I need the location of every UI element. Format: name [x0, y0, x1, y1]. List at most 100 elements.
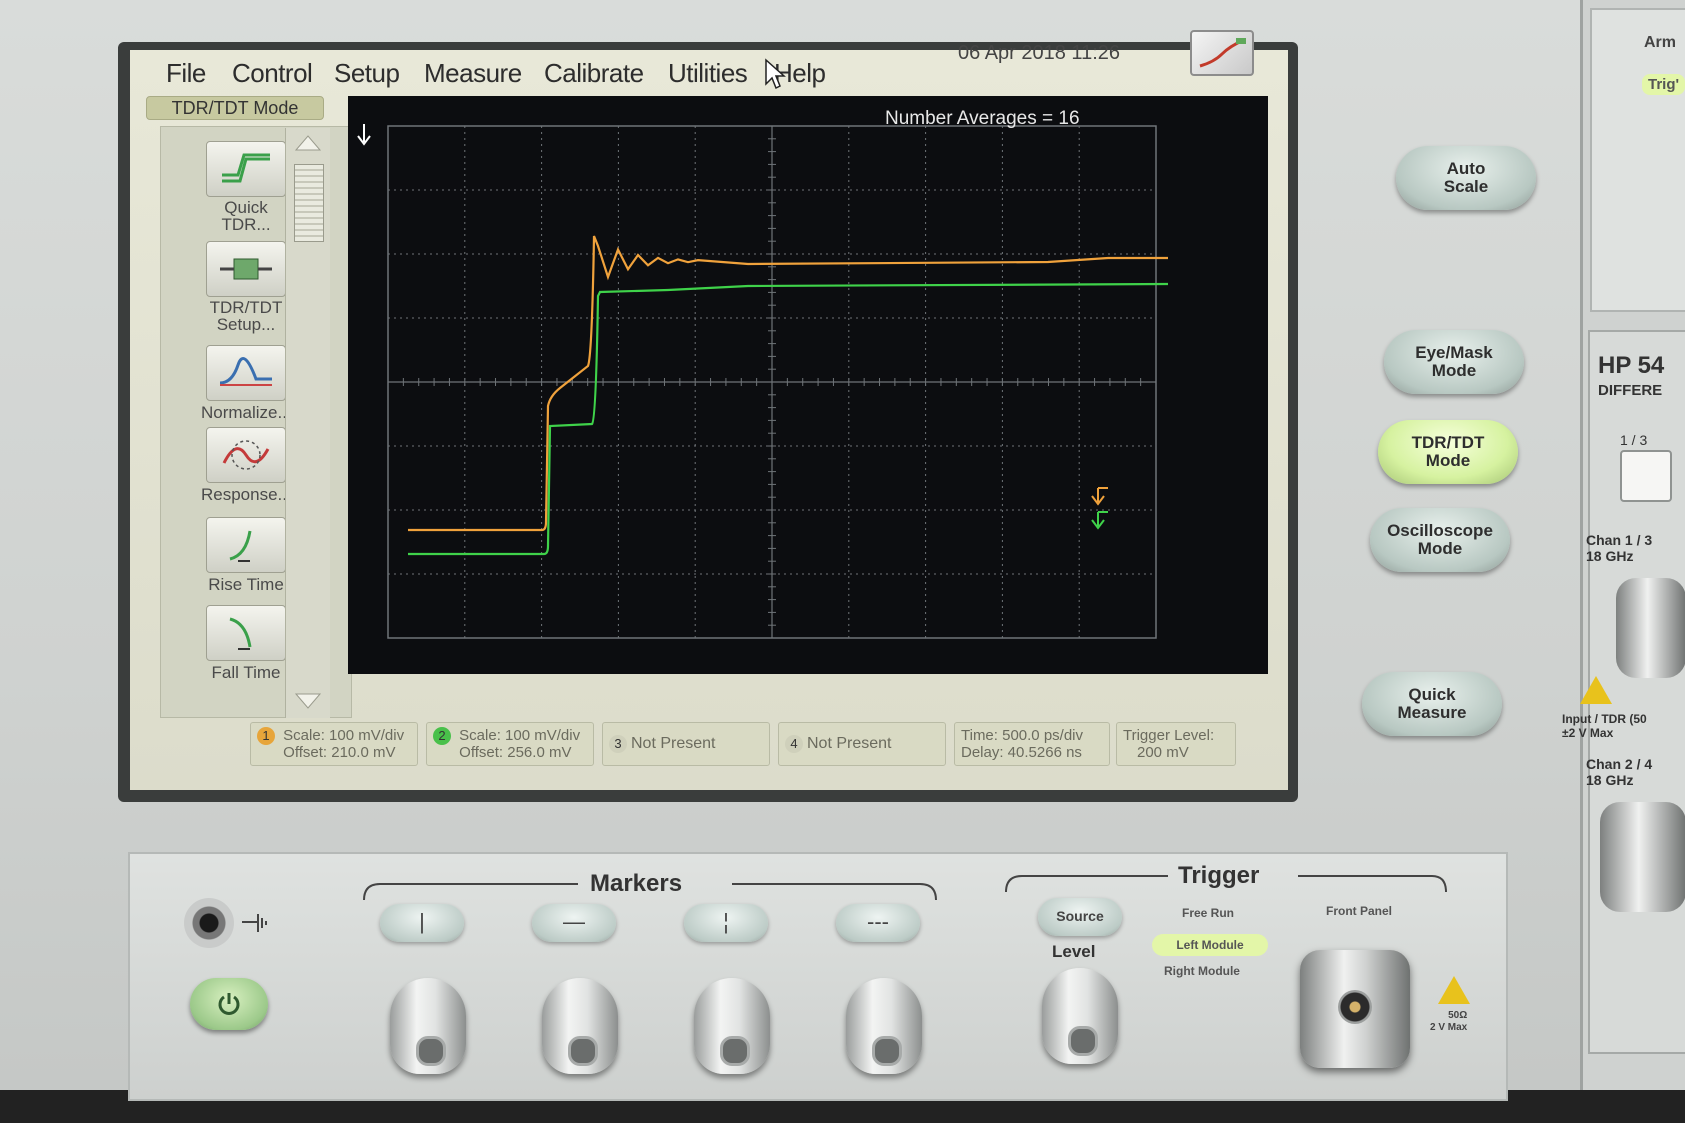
- ground-icon: [242, 914, 267, 932]
- menu-file[interactable]: File: [166, 58, 206, 89]
- channel-1-offset: Offset: 210.0 mV: [283, 744, 396, 761]
- channel-2-level-marker: [1091, 511, 1108, 530]
- tdr-setup-icon: [220, 258, 272, 280]
- quick-measure-button[interactable]: Quick Measure: [1362, 672, 1502, 736]
- front-panel-trigger-connector[interactable]: [1300, 950, 1410, 1068]
- timebase-scale: Time: 500.0 ps/div: [961, 727, 1083, 744]
- channel-3-status[interactable]: 3 Not Present: [602, 722, 770, 766]
- normalize-tool[interactable]: Normalize...: [201, 345, 292, 423]
- status-bar: 1 Scale: 100 mV/div Offset: 210.0 mV 2 S…: [250, 722, 1250, 768]
- channel-1-badge: 1: [257, 727, 275, 745]
- eye-mask-mode-button[interactable]: Eye/Mask Mode: [1384, 330, 1524, 394]
- front-panel-label: Front Panel: [1326, 904, 1393, 918]
- fall-time-icon: [229, 617, 252, 650]
- marker-3-knob[interactable]: [694, 978, 770, 1074]
- right-module-label: Right Module: [1164, 964, 1240, 978]
- marker-4-button[interactable]: ---: [836, 904, 920, 942]
- menu-control[interactable]: Control: [232, 58, 313, 89]
- normalize-label: Normalize...: [201, 403, 292, 422]
- trace-logo-icon: [1199, 38, 1246, 68]
- date-time-readout: 06 Apr 2018 11:26: [958, 42, 1120, 64]
- free-run-label: Free Run: [1182, 906, 1235, 920]
- channel-2-status[interactable]: 2 Scale: 100 mV/div Offset: 256.0 mV: [426, 722, 594, 766]
- oscilloscope-mode-button[interactable]: Oscilloscope Mode: [1370, 508, 1510, 572]
- marker-3-button[interactable]: ¦: [684, 904, 768, 942]
- channel-2-offset: Offset: 256.0 mV: [459, 744, 572, 761]
- trigger-source-button[interactable]: Source: [1038, 898, 1122, 936]
- chan-1-3-label: Chan 1 / 3 18 GHz: [1586, 532, 1653, 564]
- markers-title: Markers: [590, 870, 683, 897]
- channel-4-text: Not Present: [807, 735, 892, 752]
- module-title: HP 54: [1598, 352, 1665, 379]
- channel-1-level-marker: [1091, 487, 1108, 506]
- rise-time-icon: [229, 530, 252, 562]
- timebase-status[interactable]: Time: 500.0 ps/div Delay: 40.5266 ns: [954, 722, 1110, 766]
- input-tdr-rating-1: Input / TDR (50 ±2 V Max: [1562, 712, 1647, 740]
- tdr-tdt-mode-button[interactable]: TDR/TDT Mode: [1378, 420, 1518, 484]
- response-tool[interactable]: Response...: [201, 427, 292, 505]
- channel-select-label: 1 / 3: [1620, 432, 1648, 448]
- channel-2-trace: [408, 282, 1169, 556]
- normalize-icon: [219, 357, 272, 386]
- rise-time-tool[interactable]: Rise Time: [201, 517, 291, 595]
- mode-tab-tdr-tdt[interactable]: TDR/TDT Mode: [146, 96, 324, 120]
- channel-select-button[interactable]: [1620, 450, 1672, 502]
- power-icon: [218, 993, 240, 1015]
- chan-2-4-connector[interactable]: [1600, 802, 1685, 912]
- channel-2-badge: 2: [433, 727, 451, 745]
- trigger-level-label: Trigger Level:: [1123, 727, 1215, 744]
- waveform-svg: [357, 124, 1169, 639]
- warning-icon: [1580, 676, 1612, 704]
- trigger-level-knob[interactable]: [1042, 968, 1118, 1064]
- power-button[interactable]: [190, 978, 268, 1030]
- channel-3-badge: 3: [609, 735, 627, 753]
- toolbar-scrollbar[interactable]: [285, 128, 330, 718]
- trigger-level-label-panel: Level: [1052, 942, 1096, 961]
- fall-time-tool[interactable]: Fall Time: [201, 605, 291, 683]
- ground-jack[interactable]: [184, 898, 234, 948]
- tdr-tdt-setup-label: TDR/TDT Setup...: [209, 298, 283, 334]
- scroll-down-icon: [294, 693, 322, 709]
- marker-1-knob[interactable]: [390, 978, 466, 1074]
- trig-indicator: Trig': [1642, 74, 1685, 95]
- agilent-logo-button[interactable]: [1190, 30, 1254, 76]
- arm-trig-panel: Arm Trig': [1590, 8, 1685, 312]
- differential-module: HP 54 DIFFERE 1 / 3 Chan 1 / 3 18 GHz In…: [1562, 330, 1685, 1054]
- waveform-display[interactable]: [348, 96, 1268, 674]
- marker-2-knob[interactable]: [542, 978, 618, 1074]
- channel-1-scale: Scale: 100 mV/div: [283, 727, 405, 744]
- arm-label: Arm: [1644, 34, 1677, 51]
- channel-2-scale: Scale: 100 mV/div: [459, 727, 581, 744]
- menu-calibrate[interactable]: Calibrate: [544, 58, 644, 89]
- marker-1-button[interactable]: |: [380, 904, 464, 942]
- quick-tdr-tool[interactable]: Quick TDR...: [201, 141, 291, 233]
- rise-time-label: Rise Time: [208, 575, 284, 594]
- menu-measure[interactable]: Measure: [424, 58, 522, 89]
- marker-2-button[interactable]: —: [532, 904, 616, 942]
- timebase-delay: Delay: 40.5266 ns: [961, 744, 1082, 761]
- channel-3-text: Not Present: [631, 735, 716, 752]
- scroll-up-icon: [294, 135, 322, 151]
- tdr-tdt-setup-tool[interactable]: TDR/TDT Setup...: [201, 241, 291, 333]
- channel-1-status[interactable]: 1 Scale: 100 mV/div Offset: 210.0 mV: [250, 722, 418, 766]
- channel-4-status[interactable]: 4 Not Present: [778, 722, 946, 766]
- scroll-thumb[interactable]: [294, 164, 324, 242]
- chan-1-3-connector[interactable]: [1616, 578, 1685, 678]
- marker-4-knob[interactable]: [846, 978, 922, 1074]
- trigger-level-status[interactable]: Trigger Level: 200 mV: [1116, 722, 1236, 766]
- left-module-indicator: Left Module: [1152, 934, 1268, 956]
- menu-utilities[interactable]: Utilities: [668, 58, 748, 89]
- trigger-position-icon: [357, 124, 371, 146]
- front-warning-icon: [1438, 976, 1470, 1004]
- response-icon: [222, 440, 270, 470]
- quick-tdr-icon: [222, 153, 270, 183]
- trigger-title: Trigger: [1178, 862, 1260, 889]
- menu-setup[interactable]: Setup: [334, 58, 400, 89]
- quick-tdr-label: Quick TDR...: [221, 198, 271, 234]
- number-averages-readout: Number Averages = 16: [885, 108, 1080, 129]
- response-label: Response...: [201, 485, 292, 504]
- front-connector-rating: 50Ω 2 V Max: [1430, 1010, 1468, 1033]
- module-subtitle: DIFFERE: [1598, 382, 1663, 399]
- mouse-cursor-icon: [765, 58, 786, 90]
- auto-scale-button[interactable]: Auto Scale: [1396, 146, 1536, 210]
